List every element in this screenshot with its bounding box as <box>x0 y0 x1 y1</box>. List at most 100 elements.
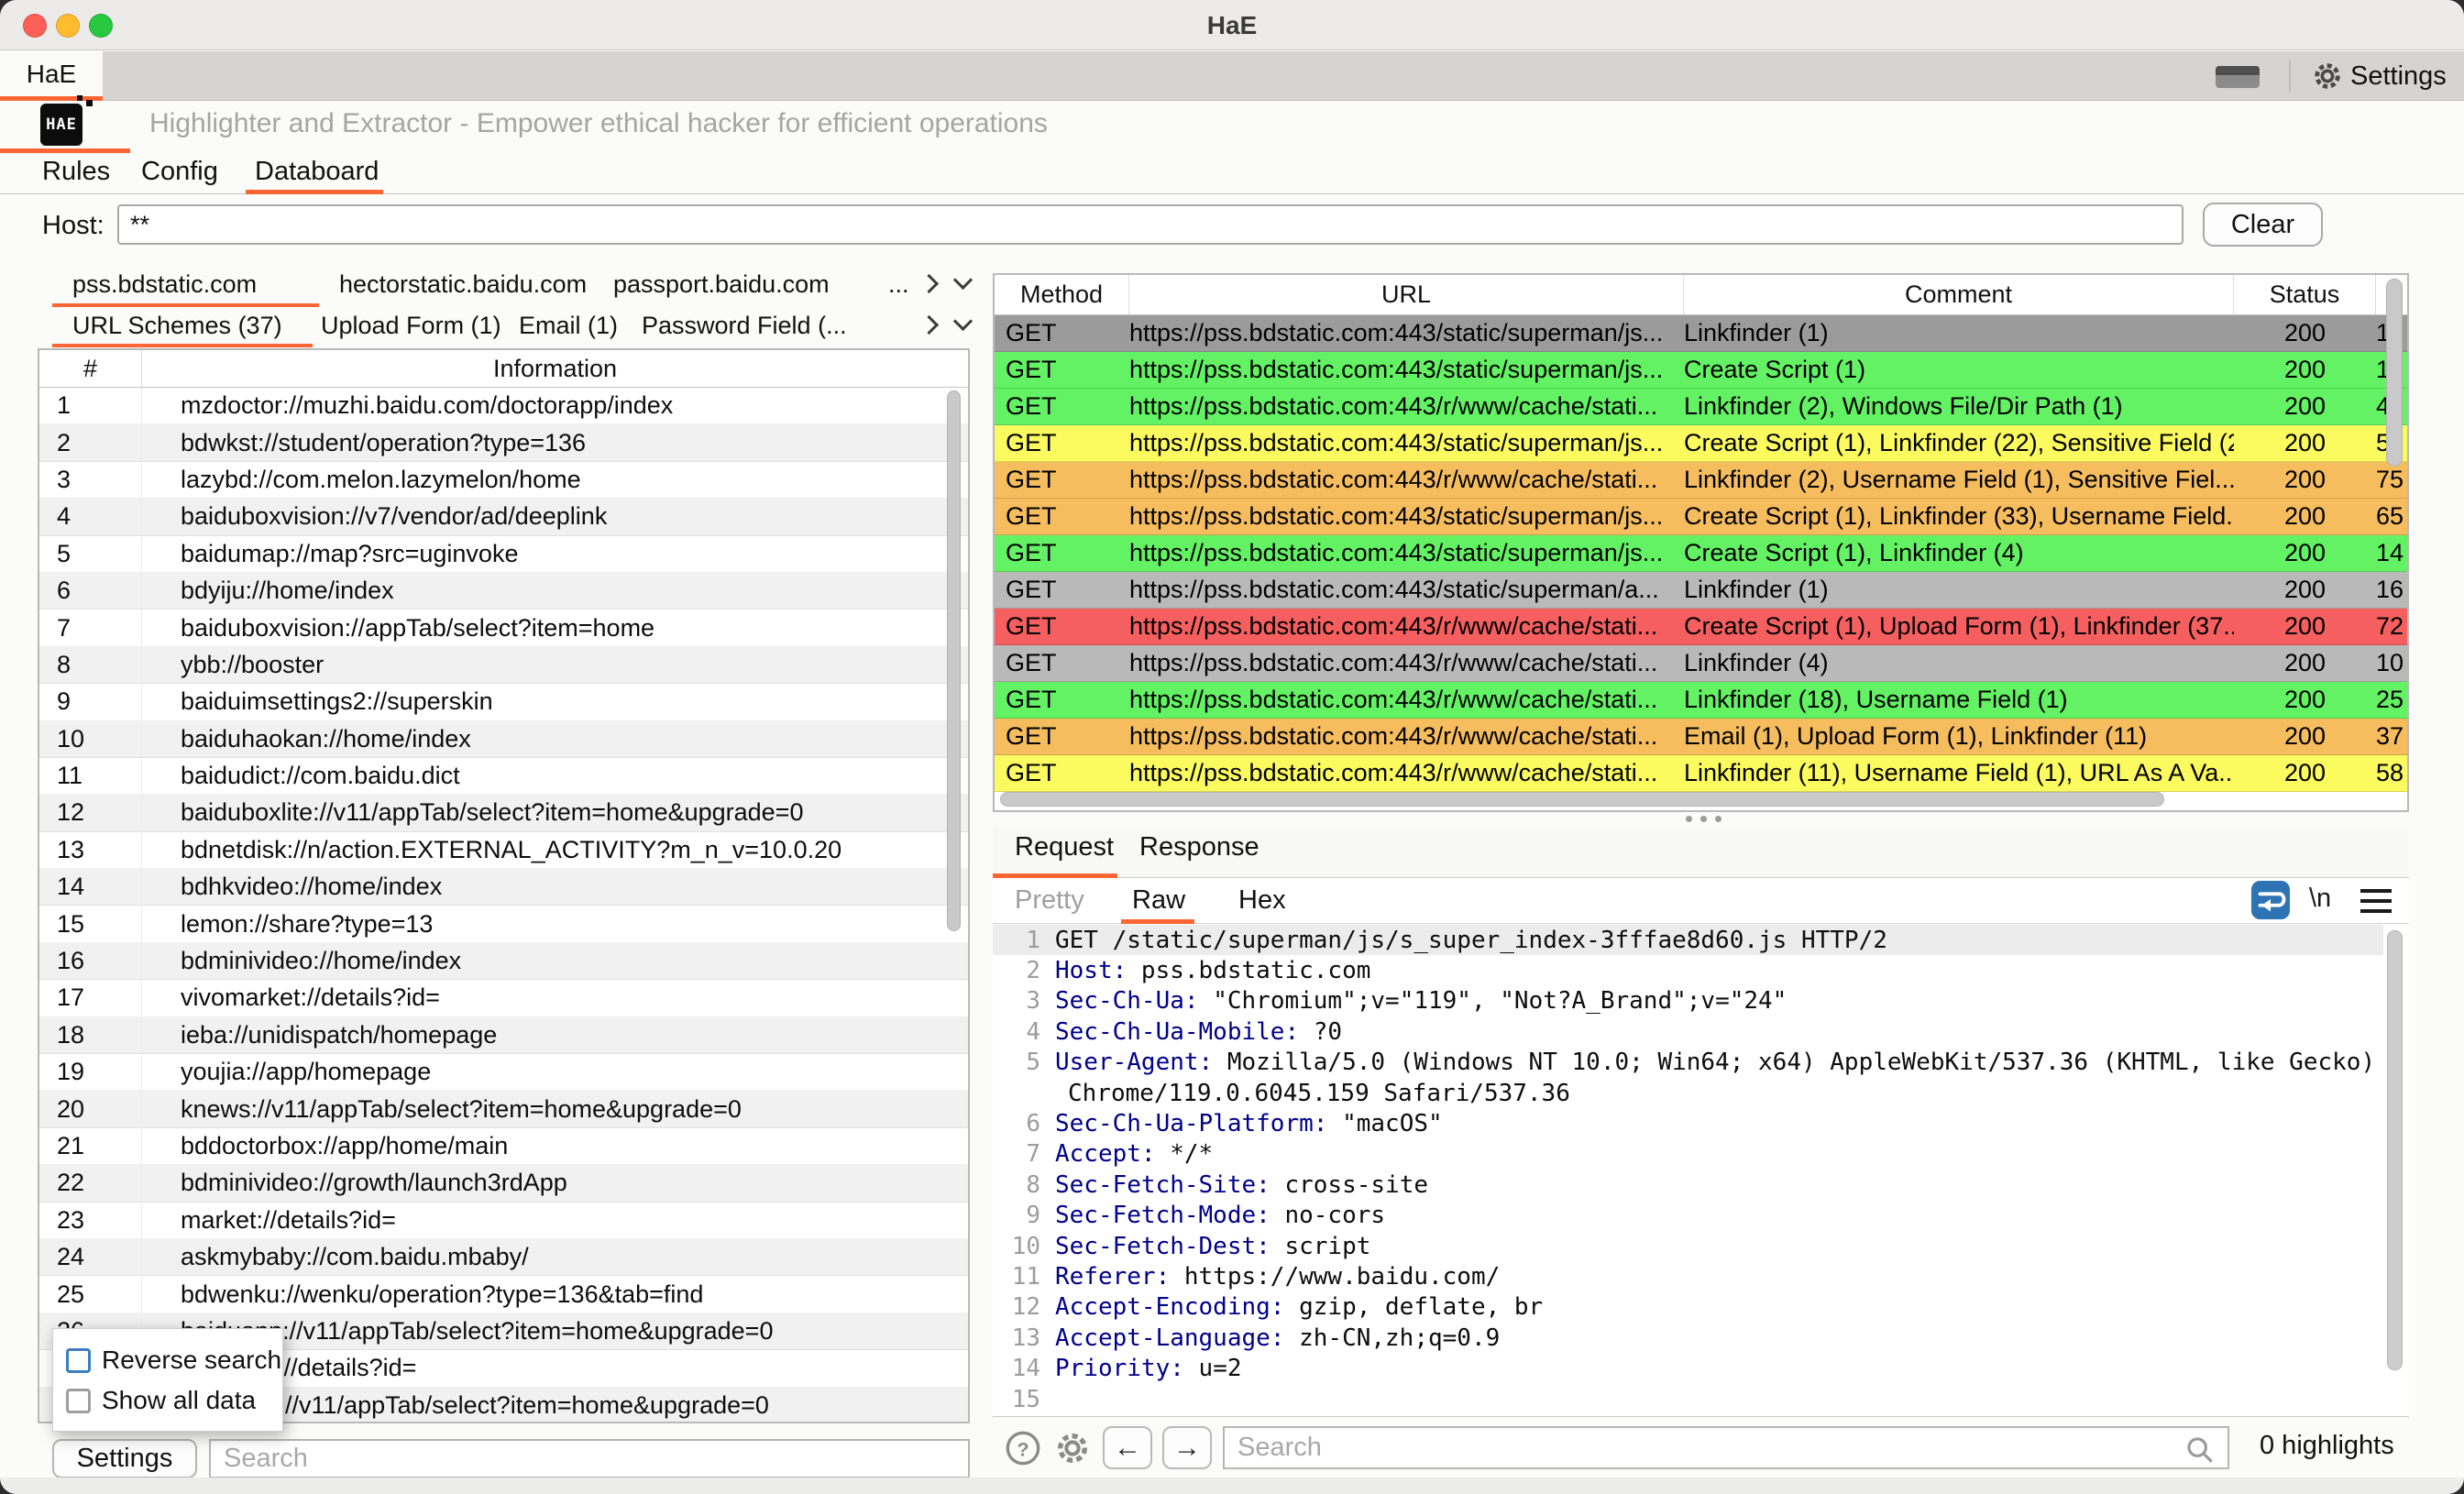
tab-request[interactable]: Request <box>1015 832 1114 862</box>
column-header-comment[interactable]: Comment <box>1684 275 2234 314</box>
chevron-down-icon[interactable] <box>953 312 973 331</box>
chevron-right-icon[interactable] <box>919 274 939 293</box>
layout-icon[interactable] <box>2216 66 2260 88</box>
tab-response[interactable]: Response <box>1139 832 1260 862</box>
table-row[interactable]: GEThttps://pss.bdstatic.com:443/r/www/ca… <box>995 462 2407 499</box>
panel-splitter[interactable] <box>993 814 2409 823</box>
chevron-right-icon[interactable] <box>919 315 939 335</box>
table-row[interactable]: GEThttps://pss.bdstatic.com:443/r/www/ca… <box>995 609 2407 645</box>
editor-menu-icon[interactable] <box>2360 889 2392 919</box>
table-row[interactable]: GEThttps://pss.bdstatic.com:443/r/www/ca… <box>995 755 2407 792</box>
type-tab-url-schemes[interactable]: URL Schemes (37) <box>72 312 282 340</box>
cell-comment: Create Script (1), Linkfinder (22), Sens… <box>1684 429 2234 457</box>
type-tab-upload-form[interactable]: Upload Form (1) <box>321 312 501 340</box>
table-row[interactable]: 16bdminivideo://home/index <box>39 943 968 980</box>
table-row[interactable]: GEThttps://pss.bdstatic.com:443/static/s… <box>995 535 2407 572</box>
show-all-data-option[interactable]: Show all data <box>66 1386 256 1415</box>
request-editor[interactable]: 1GET /static/superman/js/s_super_index-3… <box>993 925 2409 1417</box>
table-row[interactable]: 5baidumap://map?src=uginvoke <box>39 536 968 573</box>
tab-pretty[interactable]: Pretty <box>1015 885 1084 916</box>
table-row[interactable]: 15lemon://share?type=13 <box>39 906 968 942</box>
left-search-input[interactable] <box>209 1439 970 1478</box>
tab-config[interactable]: Config <box>141 153 218 190</box>
newline-toggle-icon[interactable]: \n <box>2309 884 2331 914</box>
row-number: 22 <box>39 1165 142 1201</box>
table-row[interactable]: 19youjia://app/homepage <box>39 1054 968 1091</box>
table-row[interactable]: GEThttps://pss.bdstatic.com:443/r/www/ca… <box>995 645 2407 682</box>
table-row[interactable]: 8ybb://booster <box>39 647 968 684</box>
table-row[interactable]: GEThttps://pss.bdstatic.com:443/static/s… <box>995 425 2407 462</box>
settings-button[interactable]: Settings <box>2312 59 2447 93</box>
table-row[interactable]: GEThttps://pss.bdstatic.com:443/r/www/ca… <box>995 389 2407 425</box>
tab-raw[interactable]: Raw <box>1132 885 1185 916</box>
table-row[interactable]: 11baidudict://com.baidu.dict <box>39 758 968 795</box>
header-name: Host: <box>1055 957 1127 984</box>
scrollbar-thumb[interactable] <box>947 390 961 931</box>
table-row[interactable]: 25bdwenku://wenku/operation?type=136&tab… <box>39 1276 968 1313</box>
column-header-number[interactable]: # <box>39 350 142 387</box>
table-row[interactable]: 9baiduimsettings2://superskin <box>39 684 968 720</box>
column-header-method[interactable]: Method <box>995 275 1129 314</box>
table-row[interactable]: 20knews://v11/appTab/select?item=home&up… <box>39 1091 968 1127</box>
table-row[interactable]: 4baiduboxvision://v7/vendor/ad/deeplink <box>39 499 968 535</box>
host-tab-overflow[interactable]: ... <box>888 270 909 299</box>
chevron-down-icon[interactable] <box>953 270 973 290</box>
left-table-scrollbar[interactable] <box>947 389 962 1420</box>
right-table-hscrollbar[interactable] <box>998 791 2381 807</box>
table-row[interactable]: 1mzdoctor://muzhi.baidu.com/doctorapp/in… <box>39 388 968 424</box>
table-row[interactable]: 10baiduhaokan://home/index <box>39 721 968 758</box>
splitter-handle-icon[interactable] <box>1686 816 1722 822</box>
table-row[interactable]: GEThttps://pss.bdstatic.com:443/static/s… <box>995 572 2407 609</box>
tab-hex[interactable]: Hex <box>1238 885 1286 916</box>
table-row[interactable]: 23market://details?id= <box>39 1203 968 1239</box>
column-header-url[interactable]: URL <box>1129 275 1684 314</box>
prev-match-button[interactable]: ← <box>1103 1426 1152 1469</box>
editor-search-input[interactable] <box>1223 1426 2229 1469</box>
host-tab-hectorstatic[interactable]: hectorstatic.baidu.com <box>339 270 587 299</box>
table-row[interactable]: 18ieba://unidispatch/homepage <box>39 1017 968 1054</box>
table-row[interactable]: 22bdminivideo://growth/launch3rdApp <box>39 1165 968 1202</box>
top-tab-strip: HaE Settings <box>0 51 2464 101</box>
help-icon[interactable]: ? <box>1005 1430 1041 1467</box>
host-input[interactable] <box>117 204 2184 245</box>
table-row[interactable]: 2bdwkst://student/operation?type=136 <box>39 424 968 461</box>
scrollbar-thumb[interactable] <box>2387 930 2403 1370</box>
table-row[interactable]: 24askmybaby://com.baidu.mbaby/ <box>39 1239 968 1276</box>
word-wrap-icon[interactable] <box>2250 880 2291 920</box>
table-row[interactable]: 3lazybd://com.melon.lazymelon/home <box>39 462 968 499</box>
column-header-information[interactable]: Information <box>142 350 968 387</box>
column-header-status[interactable]: Status <box>2234 275 2376 314</box>
table-row[interactable]: 21bddoctorbox://app/home/main <box>39 1128 968 1165</box>
table-row[interactable]: 6bdyiju://home/index <box>39 573 968 610</box>
type-tab-password-field[interactable]: Password Field (... <box>642 312 858 340</box>
table-row[interactable]: GEThttps://pss.bdstatic.com:443/static/s… <box>995 315 2407 352</box>
tab-databoard[interactable]: Databoard <box>255 153 379 190</box>
show-all-data-checkbox[interactable] <box>66 1389 91 1413</box>
table-row[interactable]: GEThttps://pss.bdstatic.com:443/static/s… <box>995 499 2407 535</box>
tab-rules[interactable]: Rules <box>42 153 110 190</box>
table-row[interactable]: 7baiduboxvision://appTab/select?item=hom… <box>39 610 968 646</box>
search-settings-gear-icon[interactable] <box>1054 1430 1091 1467</box>
table-row[interactable]: 14bdhkvideo://home/index <box>39 869 968 906</box>
line-number: 3 <box>993 987 1040 1015</box>
host-tab-passport[interactable]: passport.baidu.com <box>613 270 830 299</box>
scrollbar-thumb[interactable] <box>1000 792 2164 807</box>
tab-hae[interactable]: HaE <box>0 51 103 101</box>
table-row[interactable]: GEThttps://pss.bdstatic.com:443/r/www/ca… <box>995 682 2407 719</box>
clear-button[interactable]: Clear <box>2203 203 2323 247</box>
table-row[interactable]: 13bdnetdisk://n/action.EXTERNAL_ACTIVITY… <box>39 832 968 869</box>
scrollbar-thumb[interactable] <box>2386 279 2403 467</box>
table-row[interactable]: GEThttps://pss.bdstatic.com:443/r/www/ca… <box>995 719 2407 755</box>
reverse-search-checkbox[interactable] <box>66 1348 91 1373</box>
next-match-button[interactable]: → <box>1162 1426 1212 1469</box>
table-row[interactable]: GEThttps://pss.bdstatic.com:443/static/s… <box>995 352 2407 389</box>
left-settings-button[interactable]: Settings <box>52 1439 197 1478</box>
table-row[interactable]: 17vivomarket://details?id= <box>39 980 968 1016</box>
row-information: baiduboxvision://appTab/select?item=home <box>142 614 968 643</box>
type-tab-email[interactable]: Email (1) <box>519 312 618 340</box>
editor-scrollbar[interactable] <box>2386 928 2404 1412</box>
reverse-search-option[interactable]: Reverse search <box>66 1346 281 1375</box>
table-row[interactable]: 12baiduboxlite://v11/appTab/select?item=… <box>39 795 968 831</box>
host-tab-pss-bdstatic[interactable]: pss.bdstatic.com <box>72 270 257 299</box>
right-table-vscrollbar[interactable] <box>2384 277 2404 790</box>
